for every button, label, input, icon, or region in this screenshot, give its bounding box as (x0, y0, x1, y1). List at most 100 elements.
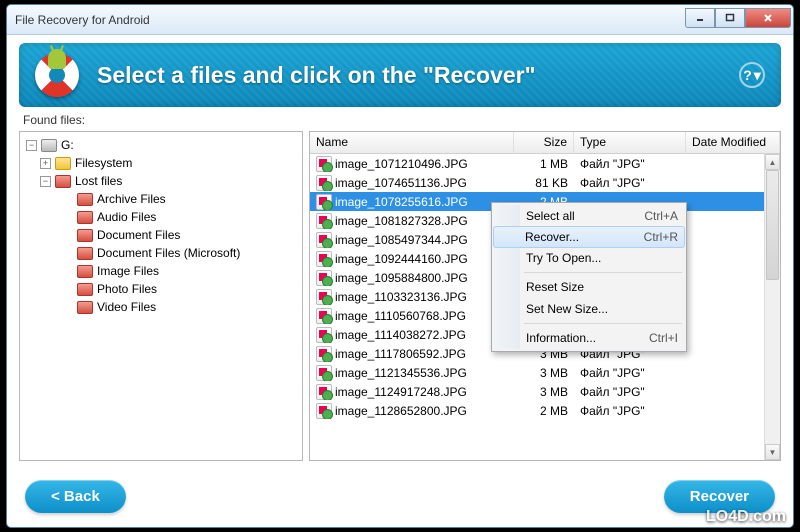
file-name: image_1078255616.JPG (335, 195, 468, 209)
file-type: Файл "JPG" (574, 157, 686, 171)
file-name: image_1128652800.JPG (335, 404, 467, 418)
drive-icon (41, 139, 57, 152)
collapse-icon[interactable]: − (26, 140, 37, 151)
file-name: image_1074651136.JPG (335, 176, 467, 190)
file-icon (316, 232, 332, 248)
file-icon (316, 213, 332, 229)
file-icon (316, 403, 332, 419)
tree-drive[interactable]: − G: (26, 136, 296, 154)
file-type: Файл "JPG" (574, 385, 686, 399)
tree-lostfiles[interactable]: − Lost files (26, 172, 296, 190)
scroll-down-icon[interactable]: ▼ (765, 444, 780, 460)
menu-item[interactable]: Information...Ctrl+I (494, 327, 684, 349)
menu-item[interactable]: Select allCtrl+A (494, 205, 684, 227)
help-button[interactable]: ?▾ (739, 62, 765, 88)
menu-label: Try To Open... (526, 251, 678, 265)
menu-item[interactable]: Recover...Ctrl+R (493, 226, 685, 248)
maximize-button[interactable] (715, 8, 745, 28)
tree-label: Image Files (97, 264, 159, 278)
menu-label: Set New Size... (526, 302, 678, 316)
menu-separator (524, 323, 682, 324)
tree-label: Lost files (75, 174, 122, 188)
tree-label: Archive Files (97, 192, 166, 206)
file-name: image_1110560768.JPG (335, 309, 466, 323)
tree-category[interactable]: Video Files (26, 298, 296, 316)
menu-label: Reset Size (526, 280, 678, 294)
app-window: File Recovery for Android Select a files… (6, 4, 794, 528)
table-row[interactable]: image_1074651136.JPG 81 KBФайл "JPG" (310, 173, 764, 192)
file-size: 3 MB (514, 366, 574, 380)
menu-shortcut: Ctrl+A (644, 209, 678, 223)
window-controls (685, 9, 791, 31)
menu-item[interactable]: Reset Size (494, 276, 684, 298)
file-type: Файл "JPG" (574, 176, 686, 190)
menu-item[interactable]: Set New Size... (494, 298, 684, 320)
table-row[interactable]: image_1121345536.JPG 3 MBФайл "JPG" (310, 363, 764, 382)
expand-icon[interactable]: + (40, 158, 51, 169)
file-name: image_1071210496.JPG (335, 157, 468, 171)
scroll-thumb[interactable] (766, 170, 779, 280)
folder-tree[interactable]: − G: + Filesystem − Lost files Archive F… (19, 131, 303, 461)
file-type: Файл "JPG" (574, 366, 686, 380)
col-name[interactable]: Name (310, 132, 514, 153)
menu-separator (524, 272, 682, 273)
folder-icon (55, 157, 71, 170)
file-icon (316, 327, 332, 343)
file-name: image_1117806592.JPG (335, 347, 466, 361)
file-size: 81 KB (514, 176, 574, 190)
found-files-label: Found files: (23, 113, 777, 127)
collapse-icon[interactable]: − (40, 176, 51, 187)
folder-icon (77, 265, 93, 278)
folder-icon (55, 175, 71, 188)
tree-category[interactable]: Audio Files (26, 208, 296, 226)
tree-category[interactable]: Document Files (Microsoft) (26, 244, 296, 262)
menu-label: Select all (526, 209, 644, 223)
file-icon (316, 175, 332, 191)
menu-item[interactable]: Try To Open... (494, 247, 684, 269)
table-row[interactable]: image_1071210496.JPG1 MBФайл "JPG" (310, 154, 764, 173)
minimize-button[interactable] (685, 8, 715, 28)
scroll-up-icon[interactable]: ▲ (765, 154, 780, 170)
file-name: image_1092444160.JPG (335, 252, 468, 266)
tree-filesystem[interactable]: + Filesystem (26, 154, 296, 172)
file-name: image_1085497344.JPG (335, 233, 468, 247)
folder-icon (77, 301, 93, 314)
window-title: File Recovery for Android (15, 13, 685, 27)
scrollbar[interactable]: ▲ ▼ (764, 154, 780, 460)
col-date[interactable]: Date Modified (686, 132, 780, 153)
folder-icon (77, 283, 93, 296)
tree-category[interactable]: Photo Files (26, 280, 296, 298)
tree-label: Document Files (97, 228, 180, 242)
close-button[interactable] (745, 8, 791, 28)
file-icon (316, 251, 332, 267)
col-type[interactable]: Type (574, 132, 686, 153)
file-icon (316, 308, 332, 324)
tree-label: Audio Files (97, 210, 156, 224)
file-icon (316, 270, 332, 286)
file-size: 3 MB (514, 385, 574, 399)
file-icon (316, 289, 332, 305)
file-name: image_1121345536.JPG (335, 366, 467, 380)
table-row[interactable]: image_1128652800.JPG 2 MBФайл "JPG" (310, 401, 764, 420)
file-size: 2 MB (514, 404, 574, 418)
table-row[interactable]: image_1124917248.JPG3 MBФайл "JPG" (310, 382, 764, 401)
col-size[interactable]: Size (514, 132, 574, 153)
tree-category[interactable]: Archive Files (26, 190, 296, 208)
tree-label: Photo Files (97, 282, 157, 296)
folder-icon (77, 211, 93, 224)
watermark: LO4D.com (706, 508, 786, 526)
app-logo-icon (35, 53, 79, 97)
menu-label: Recover... (525, 230, 644, 244)
tree-category[interactable]: Image Files (26, 262, 296, 280)
file-type: Файл "JPG" (574, 404, 686, 418)
folder-icon (77, 247, 93, 260)
file-name: image_1114038272.JPG (335, 328, 466, 342)
menu-label: Information... (526, 331, 649, 345)
tree-label: Video Files (97, 300, 156, 314)
tree-label: Document Files (Microsoft) (97, 246, 240, 260)
file-icon (316, 194, 332, 210)
tree-category[interactable]: Document Files (26, 226, 296, 244)
folder-icon (77, 229, 93, 242)
back-button[interactable]: < Back (25, 480, 126, 513)
tree-label: G: (61, 138, 74, 152)
